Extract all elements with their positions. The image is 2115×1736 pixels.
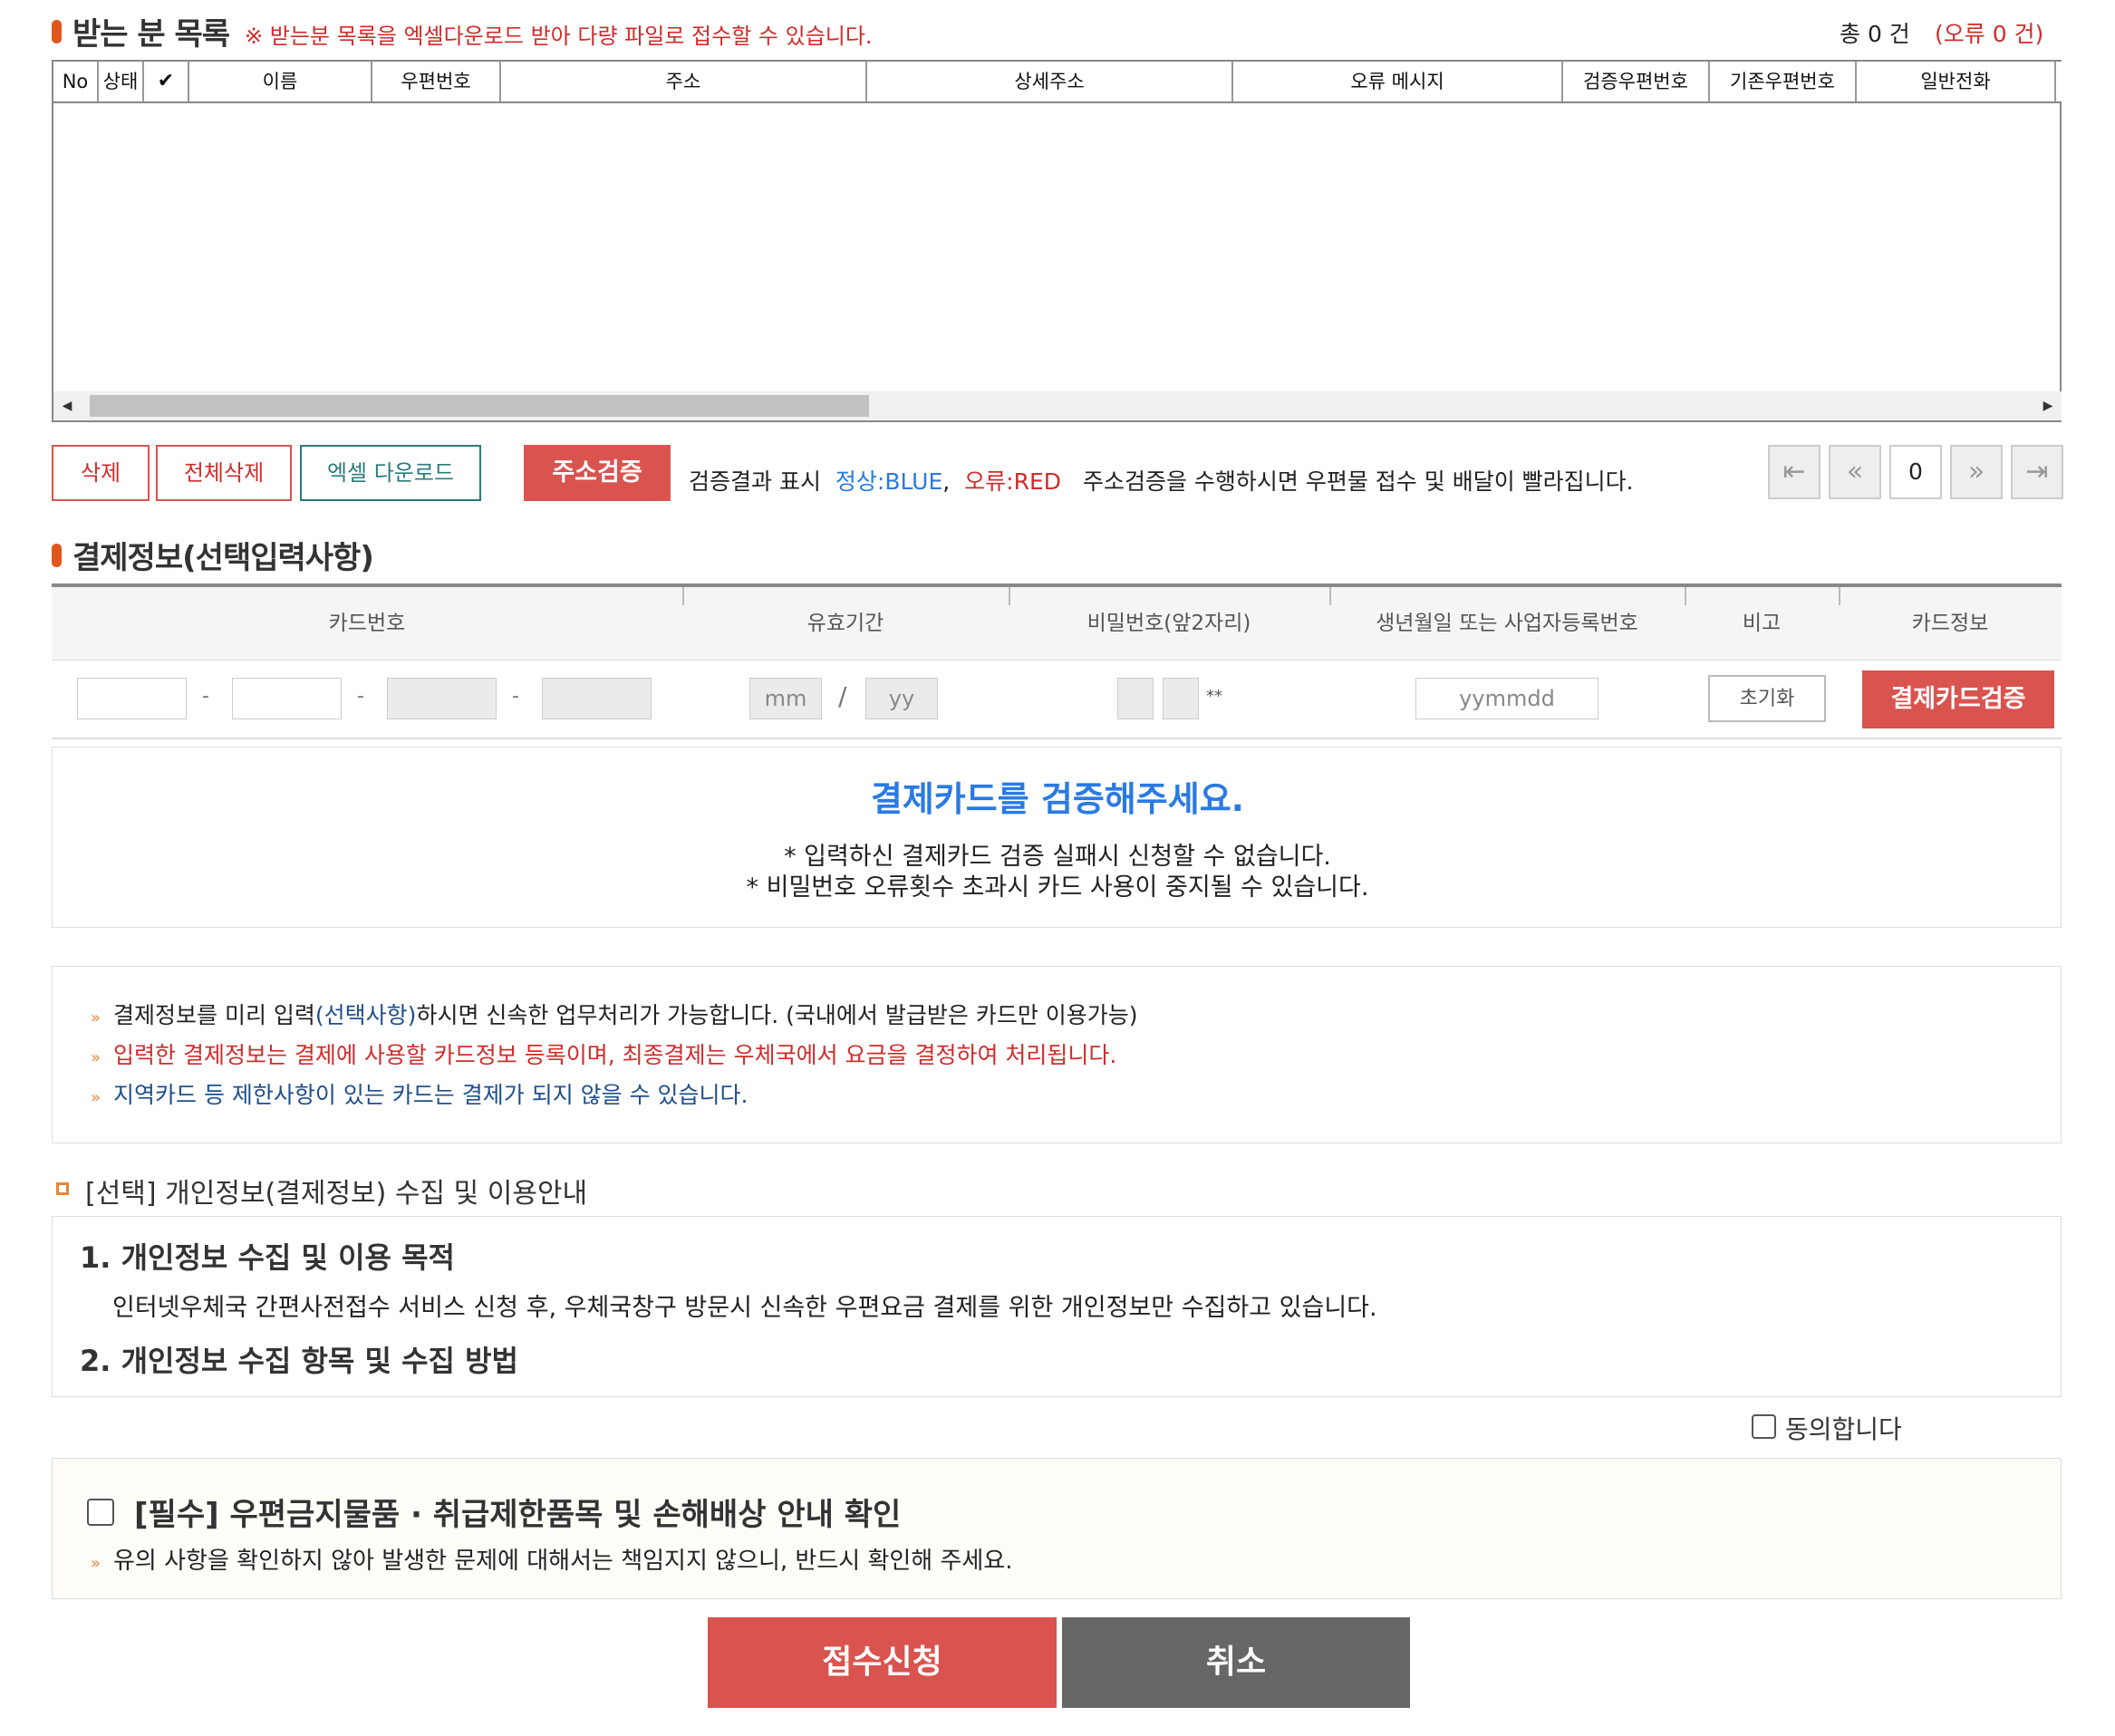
note-2: » 입력한 결제정보는 결제에 사용할 카드정보 등록이며, 최종결제는 우체국에… (91, 1042, 1117, 1068)
verify-address-button[interactable]: 주소검증 (524, 445, 671, 501)
agree-checkbox[interactable] (1752, 1414, 1776, 1439)
privacy-content-box[interactable]: 1. 개인정보 수집 및 이용 목적 인터넷우체국 간편사전접수 서비스 신청 … (52, 1216, 2062, 1397)
legend-normal: 정상:BLUE (835, 468, 943, 495)
header-birth: 생년월일 또는 사업자등록번호 (1376, 612, 1638, 635)
privacy-title: [선택] 개인정보(결제정보) 수집 및 이용안내 (85, 1178, 588, 1210)
verify-legend: 검증결과 표시 정상:BLUE, 오류:RED 주소검증을 수행하시면 우편물 … (689, 468, 1634, 495)
section-bullet (52, 20, 62, 43)
cancel-button[interactable]: 취소 (1062, 1617, 1410, 1708)
delete-all-button[interactable]: 전체삭제 (156, 445, 292, 501)
card-dash: - (357, 685, 364, 708)
col-phone[interactable]: 일반전화 (1857, 62, 2056, 101)
recipients-notice: ※ 받는분 목록을 엑셀다운로드 받아 다량 파일로 접수할 수 있습니다. (245, 24, 873, 49)
first-page-icon[interactable]: ⇤ (1768, 445, 1820, 499)
privacy-heading-1: 1. 개인정보 수집 및 이용 목적 (80, 1240, 455, 1275)
legend-hint: 주소검증을 수행하시면 우편물 접수 및 배달이 빨라집니다. (1082, 468, 1634, 495)
privacy-paragraph-1: 인터넷우체국 간편사전접수 서비스 신청 후, 우체국창구 방문시 신속한 우편… (112, 1294, 1377, 1322)
card-number-4-input[interactable] (542, 678, 652, 719)
chevron-right-icon: » (91, 1008, 101, 1027)
col-postcode[interactable]: 우편번호 (372, 62, 501, 101)
col-name[interactable]: 이름 (189, 62, 372, 101)
required-confirm-box: [필수] 우편금지물품 · 취급제한품목 및 손해배상 안내 확인 » 유의 사항… (52, 1458, 2062, 1599)
recipients-total: 총 0 건 (1840, 21, 1910, 47)
legend-error: 오류:RED (964, 468, 1062, 495)
scroll-left-icon[interactable]: ◀ (53, 391, 81, 420)
reset-button[interactable]: 초기화 (1708, 675, 1826, 722)
expiry-year-input[interactable]: yy (865, 678, 938, 719)
col-status[interactable]: 상태 (99, 62, 144, 101)
required-checkbox[interactable] (87, 1499, 114, 1526)
payment-title: 결제정보(선택입력사항) (72, 540, 374, 576)
col-old-postcode[interactable]: 기존우편번호 (1710, 62, 1857, 101)
card-dash: - (202, 685, 209, 708)
legend-label: 검증결과 표시 (689, 468, 821, 495)
scroll-right-icon[interactable]: ▶ (2034, 391, 2062, 420)
password-suffix: ** (1206, 687, 1222, 706)
payment-notes-box: » 결제정보를 미리 입력(선택사항)하시면 신속한 업무처리가 가능합니다. (… (52, 966, 2062, 1143)
privacy-heading-2: 2. 개인정보 수집 항목 및 수집 방법 (80, 1344, 518, 1378)
square-bullet-icon (56, 1182, 69, 1195)
grid-header: No 상태 ✔ 이름 우편번호 주소 상세주소 오류 메시지 검증우편번호 기존… (53, 62, 2062, 103)
recipients-grid: No 상태 ✔ 이름 우편번호 주소 상세주소 오류 메시지 검증우편번호 기존… (52, 60, 2062, 422)
card-verify-message-box: 결제카드를 검증해주세요. * 입력하신 결제카드 검증 실패시 신청할 수 없… (52, 747, 2062, 928)
note-1: » 결제정보를 미리 입력(선택사항)하시면 신속한 업무처리가 가능합니다. (… (91, 1002, 1138, 1028)
scroll-thumb[interactable] (90, 395, 869, 417)
recipients-title: 받는 분 목록 (72, 16, 230, 53)
card-number-2-input[interactable] (232, 678, 342, 719)
last-page-icon[interactable]: ⇥ (2011, 445, 2063, 499)
horizontal-scrollbar[interactable]: ◀ ▶ (53, 391, 2062, 420)
col-error-message[interactable]: 오류 메시지 (1233, 62, 1563, 101)
col-no[interactable]: No (53, 62, 99, 101)
note-3: » 지역카드 등 제한사항이 있는 카드는 결제가 되지 않을 수 있습니다. (91, 1082, 748, 1108)
expiry-slash: / (838, 681, 847, 711)
chevron-right-icon: » (91, 1554, 101, 1573)
next-page-icon[interactable]: » (1950, 445, 2003, 499)
card-verify-message: 결제카드를 검증해주세요. (870, 779, 1245, 819)
header-expiry: 유효기간 (806, 612, 884, 635)
card-number-1-input[interactable] (77, 678, 187, 719)
header-card-number: 카드번호 (328, 612, 406, 635)
chevron-right-icon: » (91, 1088, 101, 1107)
card-dash: - (512, 685, 519, 708)
section-bullet (52, 544, 62, 567)
password-digit-2-input[interactable] (1163, 678, 1199, 719)
header-card-info: 카드정보 (1911, 612, 1989, 635)
birth-date-input[interactable]: yymmdd (1415, 678, 1598, 719)
required-title[interactable]: [필수] 우편금지물품 · 취급제한품목 및 손해배상 안내 확인 (134, 1490, 901, 1534)
agree-label[interactable]: 동의합니다 (1785, 1410, 1902, 1446)
header-remark: 비고 (1742, 612, 1782, 635)
submit-button[interactable]: 접수신청 (708, 1617, 1057, 1708)
required-desc: » 유의 사항을 확인하지 않아 발생한 문제에 대해서는 책임지지 않으니, 반… (91, 1548, 1013, 1575)
header-password: 비밀번호(앞2자리) (1086, 612, 1251, 635)
verify-card-button[interactable]: 결제카드검증 (1862, 670, 2054, 728)
chevron-right-icon: » (91, 1048, 101, 1067)
page-number[interactable]: 0 (1889, 445, 1942, 499)
excel-download-button[interactable]: 엑셀 다운로드 (300, 445, 481, 501)
expiry-month-input[interactable]: mm (749, 678, 822, 719)
delete-button[interactable]: 삭제 (52, 445, 150, 501)
col-check[interactable]: ✔ (144, 62, 189, 101)
card-warning-2: * 비밀번호 오류횟수 초과시 카드 사용이 중지될 수 있습니다. (746, 873, 1369, 902)
col-verified-postcode[interactable]: 검증우편번호 (1563, 62, 1710, 101)
col-detail-address[interactable]: 상세주소 (867, 62, 1233, 101)
card-number-3-input[interactable] (387, 678, 497, 719)
payment-header: 카드번호 유효기간 비밀번호(앞2자리) 생년월일 또는 사업자등록번호 비고 … (52, 587, 2062, 661)
payment-input-row: - - - mm / yy ** yymmdd 초기화 결제카드검증 (52, 660, 2062, 739)
password-digit-1-input[interactable] (1117, 678, 1154, 719)
recipients-error-count: (오류 0 건) (1935, 21, 2044, 47)
col-address[interactable]: 주소 (501, 62, 867, 101)
prev-page-icon[interactable]: « (1829, 445, 1881, 499)
